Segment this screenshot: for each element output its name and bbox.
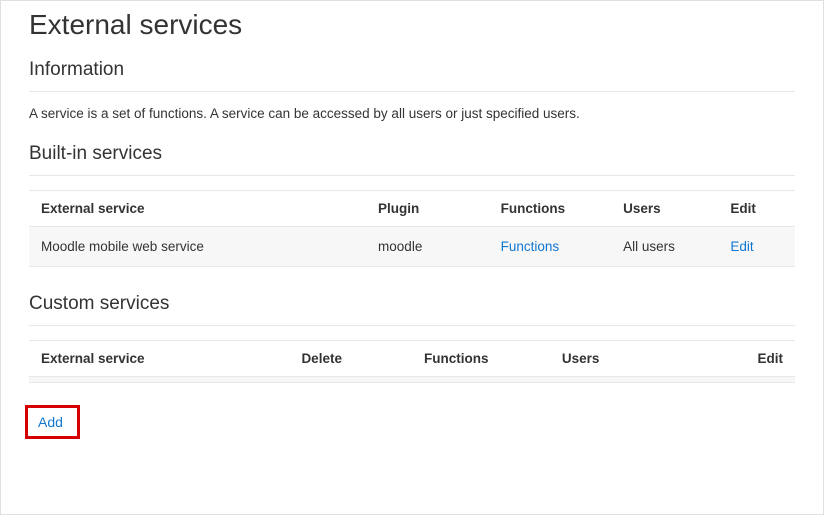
custom-services-table: External service Delete Functions Users …	[29, 340, 795, 383]
page-title: External services	[29, 9, 795, 41]
divider	[29, 175, 795, 176]
col-external-service: External service	[29, 191, 366, 227]
table-row-empty	[29, 377, 795, 383]
service-plugin: moodle	[366, 227, 489, 267]
table-row: Moodle mobile web service moodle Functio…	[29, 227, 795, 267]
col-edit: Edit	[718, 191, 795, 227]
divider	[29, 325, 795, 326]
external-services-panel: External services Information A service …	[0, 0, 824, 515]
information-text: A service is a set of functions. A servi…	[29, 106, 795, 121]
add-button[interactable]: Add	[38, 414, 63, 430]
information-heading: Information	[29, 59, 795, 81]
table-header-row: External service Delete Functions Users …	[29, 341, 795, 377]
builtin-services-heading: Built-in services	[29, 143, 795, 165]
service-users: All users	[611, 227, 718, 267]
col-edit: Edit	[688, 341, 795, 377]
custom-services-heading: Custom services	[29, 293, 795, 315]
col-external-service: External service	[29, 341, 289, 377]
col-delete: Delete	[289, 341, 412, 377]
edit-link[interactable]: Edit	[730, 239, 753, 254]
divider	[29, 91, 795, 92]
table-header-row: External service Plugin Functions Users …	[29, 191, 795, 227]
col-users: Users	[611, 191, 718, 227]
col-plugin: Plugin	[366, 191, 489, 227]
col-functions: Functions	[412, 341, 550, 377]
add-highlight-box: Add	[25, 405, 80, 439]
service-name: Moodle mobile web service	[29, 227, 366, 267]
functions-link[interactable]: Functions	[501, 239, 560, 254]
builtin-services-table: External service Plugin Functions Users …	[29, 190, 795, 267]
col-functions: Functions	[489, 191, 612, 227]
col-users: Users	[550, 341, 688, 377]
